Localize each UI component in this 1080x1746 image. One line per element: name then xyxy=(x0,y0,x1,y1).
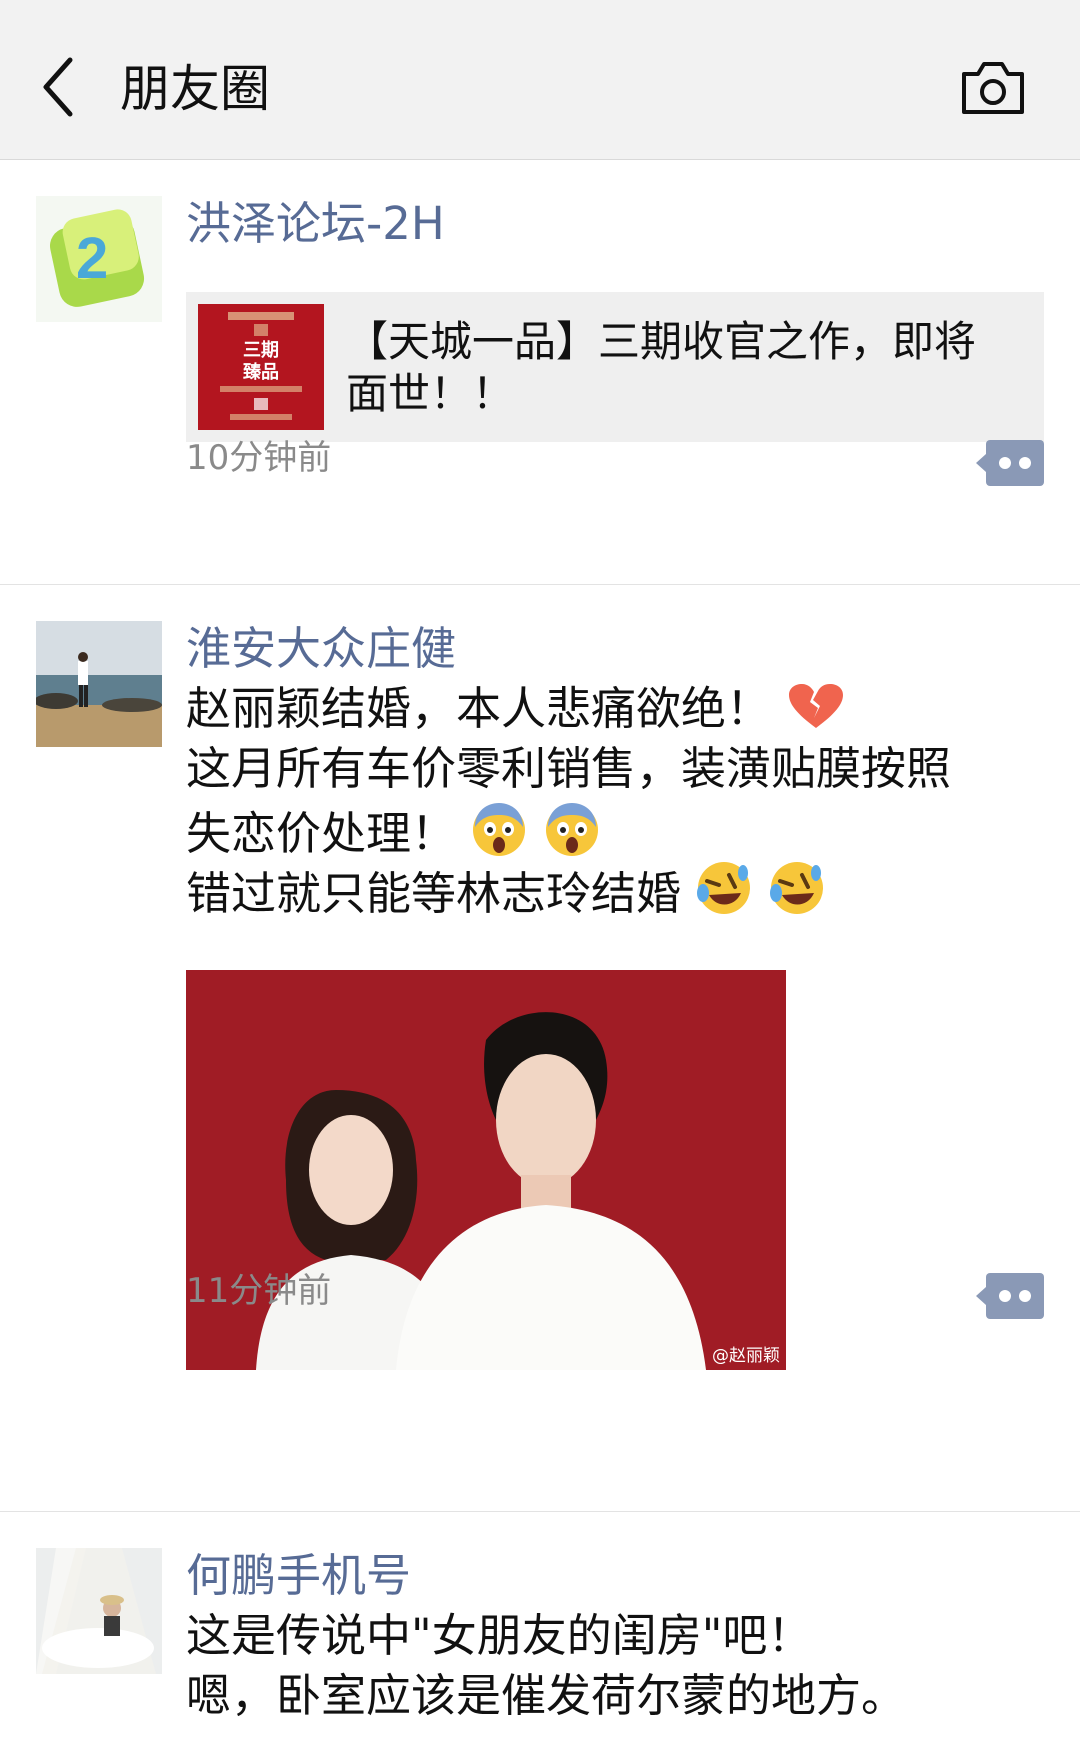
svg-text:2: 2 xyxy=(76,226,108,291)
thumbnail-caption: 三期臻品 xyxy=(243,340,279,383)
avatar[interactable] xyxy=(36,1548,162,1674)
avatar[interactable]: 2 xyxy=(36,196,162,322)
poster-name[interactable]: 何鹏手机号 xyxy=(186,1546,411,1606)
rolling-laugh-emoji xyxy=(697,862,751,914)
broken-heart-emoji xyxy=(789,684,844,728)
moment-post: 何鹏手机号 这是传说中"女朋友的闺房"吧！ 嗯，卧室应该是催发荷尔蒙的地方。 xyxy=(0,1512,1080,1746)
avatar[interactable] xyxy=(36,621,162,747)
shared-link-thumbnail: 三期臻品 xyxy=(198,304,324,430)
rolling-laugh-emoji xyxy=(769,862,823,914)
shared-link-card[interactable]: 三期臻品 【天城一品】三期收官之作，即将面世！！ xyxy=(186,292,1044,442)
forum-logo-icon: 2 xyxy=(49,209,145,307)
comment-more-icon[interactable] xyxy=(976,440,1044,486)
post-text-line: 嗯，卧室应该是催发荷尔蒙的地方。 xyxy=(186,1669,907,1722)
post-text-line: 赵丽颖结婚，本人悲痛欲绝！ xyxy=(186,679,847,739)
shared-link-title: 【天城一品】三期收官之作，即将面世！！ xyxy=(346,317,977,418)
photo-watermark: @赵丽颖 xyxy=(712,1346,780,1366)
post-text-line: 这是传说中"女朋友的闺房"吧！ xyxy=(186,1609,813,1662)
top-bar: 朋友圈 xyxy=(0,0,1080,160)
camera-icon[interactable] xyxy=(958,58,1028,118)
post-text-line: 失恋价处理！ xyxy=(186,799,601,864)
comment-more-icon[interactable] xyxy=(976,1273,1044,1319)
back-arrow-icon[interactable] xyxy=(38,52,78,122)
page-title: 朋友圈 xyxy=(120,60,270,118)
post-text: 赵丽颖结婚，本人悲痛欲绝！ xyxy=(186,682,772,735)
poster-name[interactable]: 洪泽论坛-2H xyxy=(186,194,445,254)
scream-emoji xyxy=(545,803,598,856)
moment-post: 2 洪泽论坛-2H 三期臻品 【天城一品】三期收官之作，即将面世！！ 10分钟前 xyxy=(0,160,1080,585)
poster-name[interactable]: 淮安大众庄健 xyxy=(186,619,456,679)
post-text: 失恋价处理！ xyxy=(186,807,457,860)
scream-emoji xyxy=(473,803,526,856)
post-text: 错过就只能等林志玲结婚 xyxy=(186,867,682,920)
post-time: 10分钟前 xyxy=(186,438,332,478)
moment-post: 淮安大众庄健 赵丽颖结婚，本人悲痛欲绝！ 这月所有车价零利销售，装潢贴膜按照 失… xyxy=(0,585,1080,1512)
post-text-line: 这月所有车价零利销售，装潢贴膜按照 xyxy=(186,742,952,795)
post-text-line: 错过就只能等林志玲结婚 xyxy=(186,859,826,924)
post-time: 11分钟前 xyxy=(186,1271,332,1311)
